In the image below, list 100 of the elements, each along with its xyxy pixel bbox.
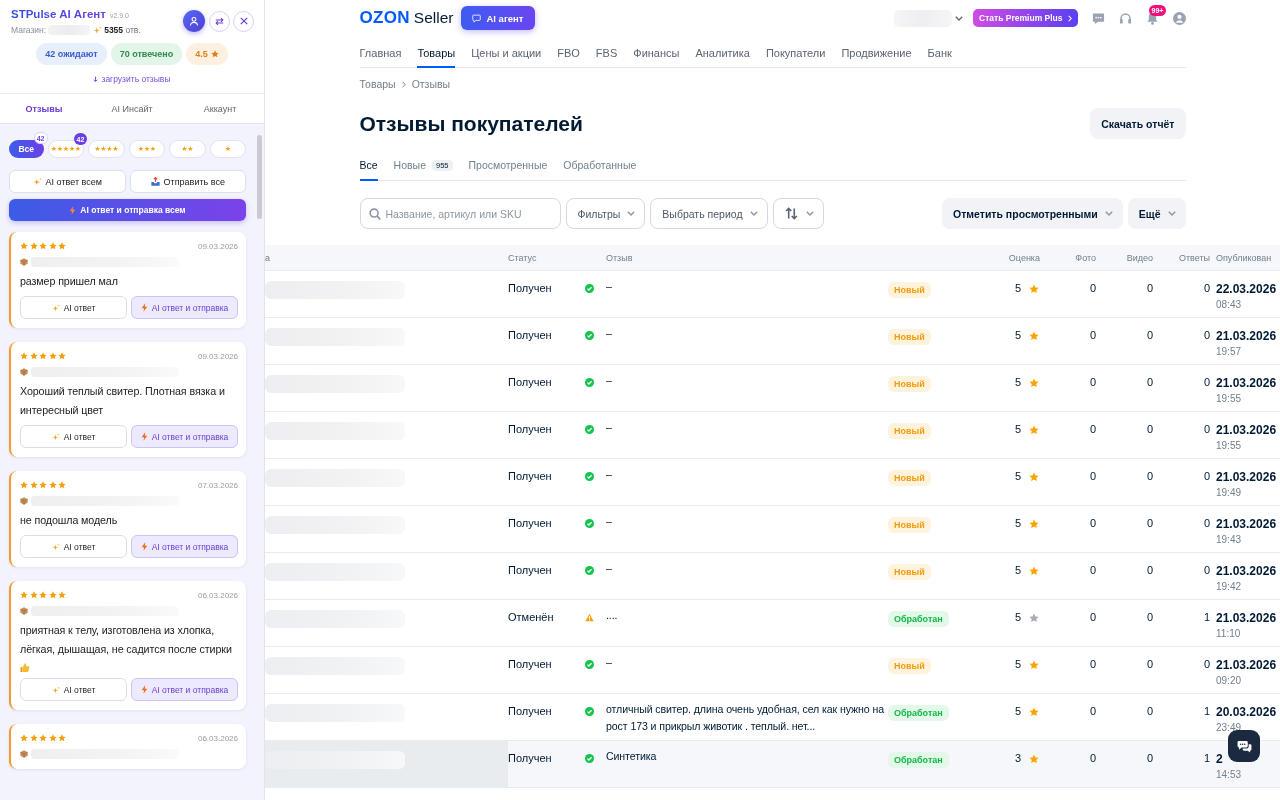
logo-label[interactable]: Seller [413, 9, 454, 27]
download-report-button[interactable]: Скачать отчёт [1090, 108, 1186, 139]
user-circle-icon[interactable] [1172, 11, 1186, 25]
dropdown-button[interactable]: Выбрать период [650, 198, 768, 229]
filter-tab[interactable]: Обработанные [563, 156, 637, 181]
nav-tab[interactable]: Цены и акции [471, 45, 542, 68]
reply-button[interactable]: AI ответ и отправка [131, 535, 238, 558]
reply-button[interactable]: AI ответ [20, 535, 127, 558]
photo-count: 0 [1089, 282, 1096, 294]
filter-tab[interactable]: Все [359, 156, 378, 181]
logo-wordmark[interactable]: OZON [359, 8, 410, 28]
column-header: Фото [1075, 252, 1096, 263]
nav-tab[interactable]: Банк [927, 45, 952, 68]
column-header: Отзыв [606, 252, 634, 263]
message-icon[interactable] [1091, 11, 1105, 25]
outbox-tray-icon [150, 177, 160, 186]
ai-reply-send-all-button[interactable]: AI ответ и отправка всем [9, 199, 246, 221]
nav-tab[interactable]: Покупатели [765, 45, 826, 68]
publish-time: 08:43 [1216, 299, 1242, 310]
publish-date: 21.03.2026 [1216, 470, 1277, 484]
chevron-down-icon [805, 211, 814, 216]
publish-date: 21.03.2026 [1216, 658, 1277, 672]
photo-count: 0 [1089, 752, 1096, 764]
review-date: 06.03.2026 [197, 590, 238, 600]
nav-tab[interactable]: Главная [359, 45, 402, 68]
nav-tab[interactable]: Товары [417, 45, 456, 68]
answer-count: 1 [1203, 752, 1210, 764]
column-header: Оценка [1008, 252, 1040, 263]
nav-tab[interactable]: FBS [595, 45, 618, 68]
photo-count: 0 [1089, 376, 1096, 388]
table-row[interactable]: Получен – Новый 5 0 0 0 21.03.2026 19:49 [265, 459, 1280, 506]
status-badge: Обработан [888, 752, 949, 768]
status-badge: Новый [888, 517, 931, 533]
answers-count: 5355 отв. [104, 25, 141, 35]
publish-time: 23:49 [1216, 722, 1242, 733]
status-badge: Обработан [888, 705, 949, 721]
photo-count: 0 [1089, 470, 1096, 482]
bulk-action-button[interactable]: AI ответ всем [9, 170, 126, 193]
dropdown-button[interactable]: Фильтры [565, 198, 646, 229]
table-row[interactable]: Получен – Новый 5 0 0 0 21.03.2026 19:55 [265, 365, 1280, 412]
status-text: Получен [508, 517, 552, 529]
sparkle-icon [93, 26, 103, 34]
bulk-action-button[interactable]: Отправить все [129, 170, 246, 193]
reply-button[interactable]: AI ответ [20, 296, 127, 319]
table-row[interactable]: Получен – Новый 5 0 0 0 21.03.2026 19:42 [265, 553, 1280, 600]
table-row[interactable]: Получен – Новый 5 0 0 0 22.03.2026 08:43 [265, 271, 1280, 318]
profile-button[interactable] [183, 10, 205, 32]
rating-value: 5 [1014, 611, 1021, 623]
chevron-down-icon[interactable] [955, 15, 964, 21]
reply-button[interactable]: AI ответ и отправка [131, 296, 238, 319]
headset-icon[interactable] [1118, 11, 1132, 25]
sort-button[interactable] [772, 198, 824, 229]
check-circle-icon [585, 425, 594, 434]
nav-tab[interactable]: Продвижение [841, 45, 912, 68]
reply-button[interactable]: AI ответ и отправка [131, 678, 238, 701]
close-button[interactable] [233, 10, 254, 32]
table-row[interactable]: Получен Синтетика Обработан 3 0 0 1 2 14:53 [265, 741, 1280, 788]
publish-time: 19:55 [1216, 393, 1242, 404]
panel-tab[interactable]: Отзывы [0, 94, 88, 123]
panel-tab[interactable]: Аккаунт [176, 94, 264, 123]
check-circle-icon [585, 660, 594, 669]
status-badge: Новый [888, 376, 931, 392]
publish-date: 22.03.2026 [1216, 282, 1277, 296]
video-count: 0 [1146, 611, 1153, 623]
table-row[interactable]: Получен – Новый 5 0 0 0 21.03.2026 19:43 [265, 506, 1280, 553]
answer-count: 0 [1203, 423, 1210, 435]
rating-value: 3 [1014, 752, 1021, 764]
ai-agent-button[interactable]: AI агент [461, 6, 535, 30]
switch-button[interactable] [209, 10, 230, 32]
table-row[interactable]: Отменён .... Обработан 5 0 0 1 21.03.2026 11:10 [265, 600, 1280, 647]
nav-tab[interactable]: Аналитика [695, 45, 750, 68]
premium-button[interactable]: Стать Premium Plus [973, 9, 1078, 27]
table-row[interactable]: Получен – Новый 5 0 0 0 21.03.2026 19:55 [265, 412, 1280, 459]
search-field[interactable]: Название, артикул или SKU [359, 198, 561, 229]
reply-button[interactable]: AI ответ [20, 425, 127, 448]
status-badge: Новый [888, 423, 931, 439]
video-count: 0 [1146, 329, 1153, 341]
review-text: – [606, 515, 612, 527]
table-row[interactable]: Получен – Новый 5 0 0 0 21.03.2026 09:20 [265, 647, 1280, 694]
publish-time: 19:43 [1216, 534, 1242, 545]
status-text: Получен [508, 376, 552, 388]
nav-tab[interactable]: FBO [557, 45, 580, 68]
status-text: Получен [508, 282, 552, 294]
chat-button[interactable] [1228, 730, 1260, 762]
breadcrumb-link[interactable]: Товары [359, 78, 396, 90]
status-badge: Новый [888, 564, 931, 580]
reply-button[interactable]: AI ответ [20, 678, 127, 701]
breadcrumb-link[interactable]: Отзывы [411, 78, 451, 90]
load-reviews-link[interactable]: загрузить отзывы [93, 73, 171, 85]
sparkle-icon [51, 542, 60, 551]
scrollbar-thumb[interactable] [257, 135, 262, 219]
nav-tab[interactable]: Финансы [633, 45, 680, 68]
action-dropdown-button[interactable]: Ещё [1127, 198, 1186, 229]
filter-tab[interactable]: Просмотренные [468, 156, 548, 181]
table-row[interactable]: Получен – Новый 5 0 0 0 21.03.2026 19:57 [265, 318, 1280, 365]
reply-button[interactable]: AI ответ и отправка [131, 425, 238, 448]
panel-tab[interactable]: AI Инсайт [88, 94, 176, 123]
status-text: Получен [508, 658, 552, 670]
action-dropdown-button[interactable]: Отметить просмотренными [942, 198, 1123, 229]
extension-title: STPulse AI Агент [11, 8, 106, 20]
